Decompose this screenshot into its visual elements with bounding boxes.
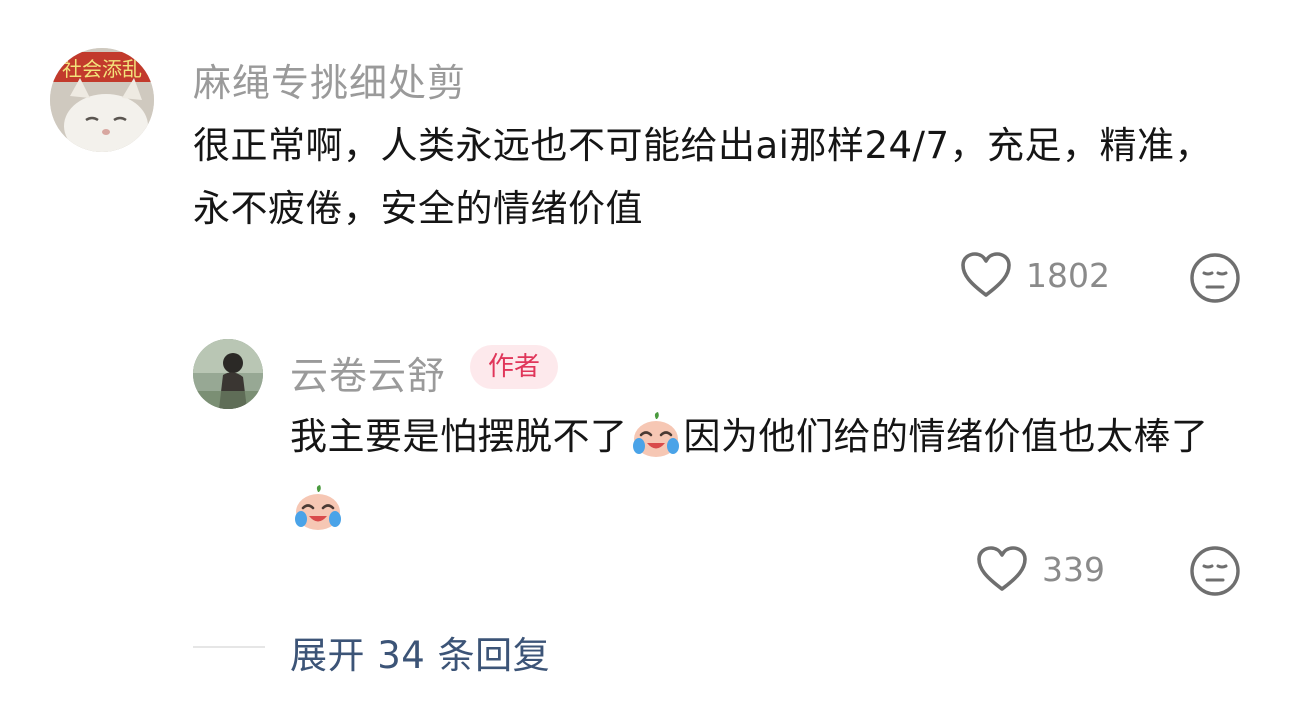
comment-username[interactable]: 麻绳专挑细处剪 bbox=[193, 52, 466, 107]
crying-laughing-emoji-icon bbox=[630, 411, 682, 478]
reply-reaction-button[interactable] bbox=[1189, 545, 1241, 601]
person-avatar-image bbox=[193, 339, 263, 409]
heart-outline-icon bbox=[977, 546, 1027, 591]
comment-like-count: 1802 bbox=[1026, 255, 1110, 295]
expand-replies-link[interactable]: 展开 34 条回复 bbox=[290, 625, 550, 679]
neutral-face-icon bbox=[1190, 546, 1240, 596]
reply-text-part2: 因为他们给的情绪价值也太棒了 bbox=[683, 415, 1209, 458]
avatar[interactable]: 社会添乱 bbox=[50, 48, 154, 152]
comment-text: 很正常啊，人类永远也不可能给出ai那样24/7，充足，精准，永不疲倦，安全的情绪… bbox=[193, 124, 1213, 230]
reply-avatar[interactable] bbox=[193, 339, 263, 409]
avatar-banner-text: 社会添乱 bbox=[62, 57, 142, 81]
comment-reaction-button[interactable] bbox=[1189, 252, 1241, 308]
reply-like-button[interactable]: 339 bbox=[976, 545, 1105, 593]
expand-divider bbox=[193, 646, 265, 648]
reply-username[interactable]: 云卷云舒 bbox=[290, 345, 446, 400]
comment-like-button[interactable]: 1802 bbox=[960, 251, 1110, 299]
heart-outline-icon bbox=[961, 252, 1011, 297]
reply-text-part1: 我主要是怕摆脱不了 bbox=[290, 415, 628, 458]
author-badge: 作者 bbox=[470, 345, 559, 389]
neutral-face-icon bbox=[1190, 253, 1240, 303]
reply-like-count: 339 bbox=[1042, 549, 1105, 589]
crying-laughing-emoji-icon bbox=[292, 484, 344, 551]
cat-avatar-image: 社会添乱 bbox=[50, 48, 154, 152]
reply-text: 我主要是怕摆脱不了 因为他们给的情绪价值也太棒了 bbox=[290, 405, 1230, 551]
